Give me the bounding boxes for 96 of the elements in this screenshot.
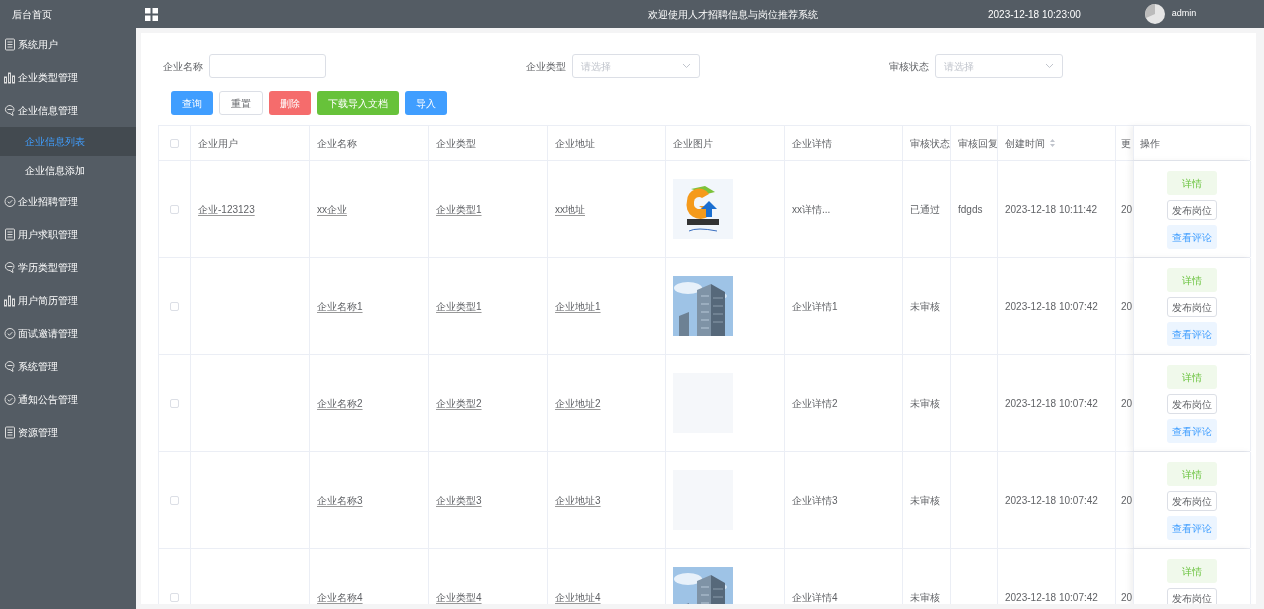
- grid-menu-icon: [145, 7, 158, 21]
- table-cell-text: 未审核: [910, 590, 940, 604]
- chevron-down-icon: [1045, 63, 1054, 69]
- table-cell-text: 20: [1121, 590, 1133, 604]
- button[interactable]: 重置: [219, 91, 263, 115]
- menu-item[interactable]: 企业信息管理: [0, 94, 136, 127]
- checkbox[interactable]: [170, 204, 179, 214]
- menu-item[interactable]: 通知公告管理: [0, 383, 136, 416]
- column-header: 企业地址: [555, 136, 595, 151]
- table-cell-text: 企业-123123: [198, 202, 255, 217]
- table-cell-text: 2023-12-18 10:07:42: [1005, 299, 1098, 314]
- column-header: 审核状态: [910, 136, 950, 151]
- table-cell-text: 企业详情1: [792, 299, 838, 314]
- table-cell-text: 2023-12-18 10:07:42: [1005, 493, 1098, 508]
- bar-chart-icon: [4, 294, 16, 307]
- table-cell-text: 企业名称1: [317, 299, 363, 314]
- user-name: admin: [1171, 7, 1197, 21]
- column-header: 操作: [1140, 136, 1160, 151]
- document-icon: [4, 228, 16, 241]
- menu-item[interactable]: 企业类型管理: [0, 61, 136, 94]
- table-cell-text: 企业类型2: [436, 396, 482, 411]
- checkbox[interactable]: [170, 138, 179, 148]
- menu-item[interactable]: 学历类型管理: [0, 251, 136, 284]
- table-cell-text: xx详情...: [792, 202, 831, 217]
- column-header: 企业图片: [673, 136, 713, 151]
- document-icon: [4, 38, 16, 51]
- chevron-down-icon: [682, 63, 691, 69]
- input-field[interactable]: [209, 54, 326, 78]
- checkbox[interactable]: [170, 495, 179, 505]
- table-cell-text: 企业类型1: [436, 299, 482, 314]
- menu-item[interactable]: 系统管理: [0, 350, 136, 383]
- checkbox[interactable]: [170, 592, 179, 602]
- menu-item[interactable]: 用户简历管理: [0, 284, 136, 317]
- table-cell-text: 企业类型1: [436, 202, 482, 217]
- table-cell-text: 企业地址4: [555, 590, 601, 604]
- table-cell-text: xx企业: [317, 202, 347, 217]
- table-cell-text: 20: [1121, 493, 1133, 508]
- menu-item[interactable]: 系统用户: [0, 28, 136, 61]
- column-header: 更: [1121, 136, 1131, 151]
- chat-bubble-icon: [4, 261, 16, 274]
- checkbox[interactable]: [170, 398, 179, 408]
- table-cell-text: fdgds: [958, 202, 983, 217]
- table-cell-text: 企业名称2: [317, 396, 363, 411]
- menu-item[interactable]: 企业招聘管理: [0, 185, 136, 218]
- table-cell-text: 企业名称4: [317, 590, 363, 604]
- check-circle-icon: [4, 195, 16, 208]
- table-cell-text: 已通过: [910, 202, 940, 217]
- chat-bubble-icon: [4, 360, 16, 373]
- table-cell-text: 2023-12-18 10:11:42: [1005, 202, 1098, 217]
- table-cell-text: 企业详情2: [792, 396, 838, 411]
- column-header: 审核回复: [958, 136, 997, 151]
- submenu-item[interactable]: 企业信息添加: [0, 156, 136, 185]
- menu-item[interactable]: 资源管理: [0, 416, 136, 449]
- table-cell-text: 2023-12-18 10:07:42: [1005, 590, 1098, 604]
- field-label: 审核状态: [889, 59, 929, 74]
- column-header: 企业名称: [317, 136, 357, 151]
- table-cell-text: 企业地址2: [555, 396, 601, 411]
- menu-item[interactable]: 面试邀请管理: [0, 317, 136, 350]
- date-time: 2023-12-18 10:23:00: [988, 7, 1081, 22]
- button[interactable]: 发布岗位: [1167, 297, 1217, 317]
- column-header: 创建时间: [1005, 136, 1045, 151]
- table-cell-text: xx地址: [555, 202, 585, 217]
- table-cell-text: 20: [1121, 202, 1133, 217]
- column-header: 企业用户: [198, 136, 238, 151]
- button[interactable]: 发布岗位: [1167, 491, 1217, 511]
- menu-item[interactable]: 用户求职管理: [0, 218, 136, 251]
- sort-icon: [1049, 138, 1056, 148]
- field-label: 企业类型: [526, 59, 566, 74]
- check-circle-icon: [4, 393, 16, 406]
- table-cell-text: 企业地址3: [555, 493, 601, 508]
- table-cell-text: 未审核: [910, 493, 940, 508]
- column-header: 企业类型: [436, 136, 476, 151]
- page-title: 欢迎使用人才招聘信息与岗位推荐系统: [647, 7, 819, 22]
- table-cell-text: 20: [1121, 299, 1133, 314]
- button[interactable]: 发布岗位: [1167, 588, 1217, 604]
- bar-chart-icon: [4, 71, 16, 84]
- column-header: 企业详情: [792, 136, 832, 151]
- menu-item[interactable]: 后台首页: [0, 0, 136, 28]
- table-cell-text: 未审核: [910, 299, 940, 314]
- table-cell-text: 企业地址1: [555, 299, 601, 314]
- table-cell-text: 企业名称3: [317, 493, 363, 508]
- table-cell-text: 企业详情3: [792, 493, 838, 508]
- checkbox[interactable]: [170, 301, 179, 311]
- table-cell-text: 企业详情4: [792, 590, 838, 604]
- field-label: 企业名称: [163, 59, 203, 74]
- table-cell-text: 2023-12-18 10:07:42: [1005, 396, 1098, 411]
- chat-bubble-icon: [4, 104, 16, 117]
- button[interactable]: 发布岗位: [1167, 200, 1217, 220]
- avatar-icon: [1144, 4, 1165, 24]
- check-circle-icon: [4, 327, 16, 340]
- document-icon: [4, 426, 16, 439]
- table-cell-text: 20: [1121, 396, 1133, 411]
- table-cell-text: 未审核: [910, 396, 940, 411]
- button[interactable]: 发布岗位: [1167, 394, 1217, 414]
- table-cell-text: 企业类型3: [436, 493, 482, 508]
- table-cell-text: 企业类型4: [436, 590, 482, 604]
